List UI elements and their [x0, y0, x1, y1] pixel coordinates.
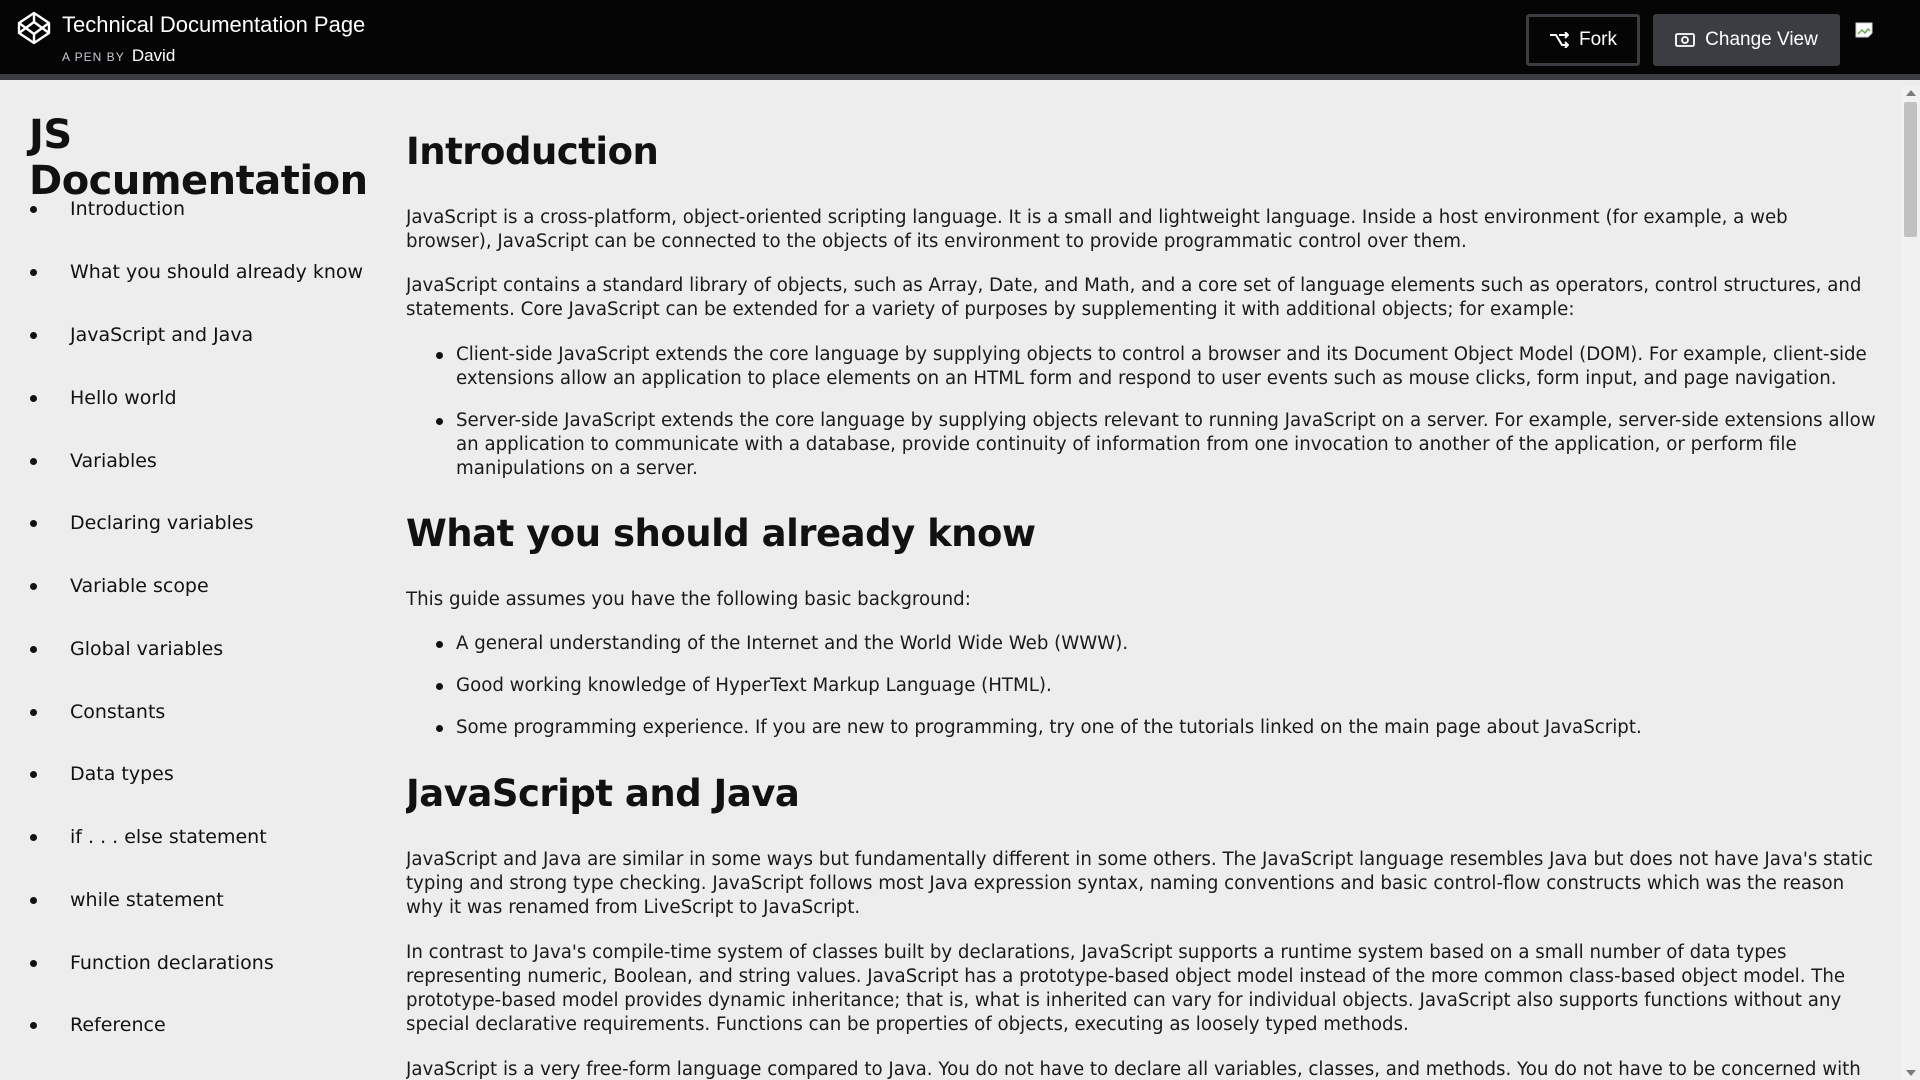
sidebar-item-global-variables[interactable]: Global variables: [0, 634, 380, 664]
vertical-scrollbar[interactable]: [1901, 86, 1920, 1080]
list-bullet: [30, 520, 37, 527]
list-bullet: [30, 834, 37, 841]
paragraph: JavaScript is a very free-form language …: [406, 1059, 1861, 1080]
paragraph: JavaScript is a cross-platform, object-o…: [406, 207, 1788, 252]
main-doc: Introduction JavaScript is a cross-platf…: [406, 86, 1876, 1080]
nav-link[interactable]: JavaScript and Java: [70, 324, 253, 346]
list-bullet: [30, 206, 37, 213]
section-heading: What you should already know: [406, 512, 1036, 555]
nav-link[interactable]: Declaring variables: [70, 512, 253, 534]
bullet-list: A general understanding of the Internet …: [406, 632, 1876, 758]
sidebar-item-introduction[interactable]: Introduction: [0, 194, 380, 224]
list-item: Some programming experience. If you are …: [406, 716, 1876, 740]
list-bullet: [30, 269, 37, 276]
list-bullet: [30, 1022, 37, 1029]
scrollbar-thumb[interactable]: [1904, 102, 1917, 237]
pen-by-label: A PEN BY: [62, 50, 125, 64]
nav-link[interactable]: Introduction: [70, 198, 185, 220]
sidebar-item-variable-scope[interactable]: Variable scope: [0, 571, 380, 601]
pen-title[interactable]: Technical Documentation Page: [62, 12, 365, 38]
nav-link[interactable]: Variable scope: [70, 575, 209, 597]
paragraph: This guide assumes you have the followin…: [406, 589, 971, 610]
pen-header: Technical Documentation Page A PEN BY Da…: [0, 0, 1920, 80]
sidebar-item-constants[interactable]: Constants: [0, 697, 380, 727]
sidebar-item-while-statement[interactable]: while statement: [0, 885, 380, 915]
paragraph: JavaScript contains a standard library o…: [406, 275, 1862, 320]
sidebar-item-variables[interactable]: Variables: [0, 446, 380, 476]
sidebar-item-reference[interactable]: Reference: [0, 1010, 380, 1040]
bullet-list: Client-side JavaScript extends the core …: [406, 343, 1876, 499]
eye-icon: [1675, 33, 1696, 47]
sidebar-item-what-you-should-already-know[interactable]: What you should already know: [0, 257, 380, 287]
list-bullet: [30, 771, 37, 778]
nav-link[interactable]: What you should already know: [70, 261, 363, 283]
paragraph: In contrast to Java's compile-time syste…: [406, 942, 1846, 1035]
sidebar-item-javascript-and-java[interactable]: JavaScript and Java: [0, 320, 380, 350]
nav-link[interactable]: Data types: [70, 763, 174, 785]
pen-author-link[interactable]: David: [132, 46, 175, 65]
change-view-label: Change View: [1705, 29, 1818, 50]
broken-image-icon[interactable]: [1854, 21, 1874, 41]
nav-link[interactable]: Global variables: [70, 638, 223, 660]
list-bullet: [30, 960, 37, 967]
fork-icon: [1550, 32, 1569, 48]
list-bullet: [30, 646, 37, 653]
fork-label: Fork: [1579, 29, 1617, 50]
change-view-button[interactable]: Change View: [1653, 14, 1840, 66]
section-heading: JavaScript and Java: [406, 772, 800, 815]
sidebar-item-function-declarations[interactable]: Function declarations: [0, 948, 380, 978]
nav-link[interactable]: while statement: [70, 889, 224, 911]
list-bullet: [30, 395, 37, 402]
sidebar-title: JS Documentation: [29, 112, 368, 204]
fork-button[interactable]: Fork: [1526, 14, 1640, 66]
list-item: Client-side JavaScript extends the core …: [406, 343, 1876, 391]
list-bullet: [30, 458, 37, 465]
list-bullet: [30, 709, 37, 716]
sidebar-item-data-types[interactable]: Data types: [0, 759, 380, 789]
list-item: Server-side JavaScript extends the core …: [406, 409, 1876, 481]
sidebar-nav: JS Documentation Introduction What you s…: [0, 86, 380, 1080]
list-item: A general understanding of the Internet …: [406, 632, 1876, 656]
nav-link[interactable]: Variables: [70, 450, 157, 472]
nav-link[interactable]: if . . . else statement: [70, 826, 267, 848]
nav-link[interactable]: Hello world: [70, 387, 177, 409]
scroll-up-arrow-icon[interactable]: [1906, 90, 1916, 96]
nav-link[interactable]: Constants: [70, 701, 165, 723]
list-bullet: [30, 897, 37, 904]
sidebar-item-if-else-statement[interactable]: if . . . else statement: [0, 822, 380, 852]
list-item: Good working knowledge of HyperText Mark…: [406, 674, 1876, 698]
scroll-down-arrow-icon[interactable]: [1906, 1070, 1916, 1076]
section-heading: Introduction: [406, 130, 659, 173]
nav-link[interactable]: Reference: [70, 1014, 166, 1036]
nav-link[interactable]: Function declarations: [70, 952, 274, 974]
pen-byline: A PEN BY David: [62, 46, 175, 66]
paragraph: JavaScript and Java are similar in some …: [406, 849, 1874, 918]
sidebar-item-hello-world[interactable]: Hello world: [0, 383, 380, 413]
list-bullet: [30, 583, 37, 590]
list-bullet: [30, 332, 37, 339]
sidebar-item-declaring-variables[interactable]: Declaring variables: [0, 508, 380, 538]
codepen-logo-icon[interactable]: [16, 10, 52, 46]
